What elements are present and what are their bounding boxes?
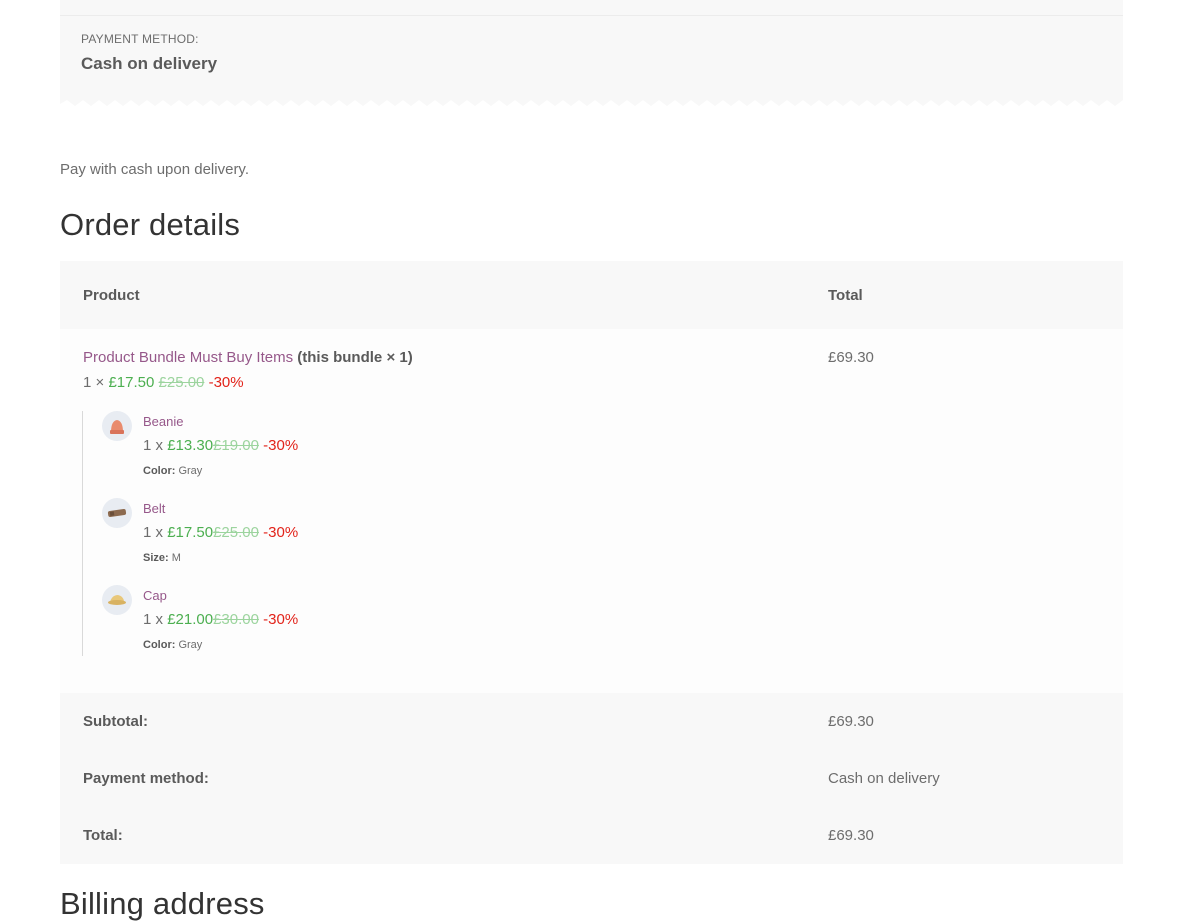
qty-prefix: 1 x	[143, 611, 164, 628]
cap-icon[interactable]	[102, 585, 132, 615]
discount-badge: -30%	[263, 611, 299, 628]
attribute-label: Color:	[143, 465, 176, 477]
regular-price: £19.00	[213, 437, 259, 454]
order-details-title: Order details	[60, 207, 241, 242]
discount-badge: -30%	[263, 524, 299, 541]
child-price-line: 1 x £21.00£30.00 -30%	[143, 611, 298, 628]
sale-price: £13.30	[167, 437, 214, 454]
row-total: £69.30	[828, 349, 874, 366]
footer-value: £69.30	[828, 713, 874, 730]
item-attribute: Size: M	[143, 552, 181, 564]
sale-price: £21.00	[167, 611, 214, 628]
sale-price: £17.50	[108, 374, 155, 391]
attribute-value: M	[171, 552, 181, 564]
child-price-line: 1 x £13.30£19.00 -30%	[143, 437, 298, 454]
bundle-title: Product Bundle Must Buy Items (this bund…	[83, 349, 413, 366]
order-received-page: PAYMENT METHOD: Cash on delivery Pay wit…	[0, 0, 1200, 921]
zigzag-edge	[60, 96, 1123, 106]
footer-value: £69.30	[828, 827, 874, 844]
payment-method-value: Cash on delivery	[81, 54, 218, 73]
regular-price: £30.00	[213, 611, 259, 628]
bundle-quantity-note: (this bundle × 1)	[297, 349, 413, 366]
sale-price: £17.50	[167, 524, 214, 541]
item-attribute: Color: Gray	[143, 639, 202, 651]
beanie-icon[interactable]	[102, 411, 132, 441]
footer-label: Subtotal:	[83, 713, 148, 730]
column-header-total: Total	[828, 287, 863, 304]
bundle-child-item: Beanie 1 x £13.30£19.00 -30% Color: Gray	[102, 411, 502, 491]
bundle-product-link[interactable]: Product Bundle Must Buy Items	[83, 349, 293, 366]
attribute-value: Gray	[178, 639, 203, 651]
discount-badge: -30%	[208, 374, 244, 391]
qty-prefix: 1 x	[143, 524, 164, 541]
footer-value: Cash on delivery	[828, 770, 940, 787]
bundle-child-item: Belt 1 x £17.50£25.00 -30% Size: M	[102, 498, 502, 578]
payment-instructions: Pay with cash upon delivery.	[60, 161, 249, 178]
child-price-line: 1 x £17.50£25.00 -30%	[143, 524, 298, 541]
belt-icon[interactable]	[102, 498, 132, 528]
footer-label: Payment method:	[83, 770, 209, 787]
child-product-link[interactable]: Beanie	[143, 414, 183, 429]
child-product-link[interactable]: Belt	[143, 501, 165, 516]
bundle-child-item: Cap 1 x £21.00£30.00 -30% Color: Gray	[102, 585, 502, 665]
divider	[60, 15, 1123, 16]
attribute-label: Size:	[143, 552, 169, 564]
payment-method-box: PAYMENT METHOD: Cash on delivery	[60, 0, 1123, 100]
attribute-value: Gray	[178, 465, 203, 477]
order-item-row: Product Bundle Must Buy Items (this bund…	[60, 329, 1123, 693]
payment-method-row: Payment method: Cash on delivery	[60, 750, 1123, 807]
regular-price: £25.00	[213, 524, 259, 541]
billing-address-title: Billing address	[60, 886, 265, 921]
qty-prefix: 1 ×	[83, 374, 105, 391]
footer-label: Total:	[83, 827, 123, 844]
item-attribute: Color: Gray	[143, 465, 202, 477]
subtotal-row: Subtotal: £69.30	[60, 693, 1123, 750]
bundle-items-border	[82, 411, 83, 656]
regular-price: £25.00	[158, 374, 205, 391]
attribute-label: Color:	[143, 639, 176, 651]
column-header-product: Product	[83, 287, 140, 304]
discount-badge: -30%	[263, 437, 299, 454]
total-row: Total: £69.30	[60, 807, 1123, 864]
order-table-footer: Subtotal: £69.30 Payment method: Cash on…	[60, 693, 1123, 864]
order-table-header: Product Total	[60, 261, 1123, 329]
qty-prefix: 1 x	[143, 437, 164, 454]
child-product-link[interactable]: Cap	[143, 588, 167, 603]
payment-method-label: PAYMENT METHOD:	[81, 32, 199, 46]
bundle-price-line: 1 × £17.50 £25.00 -30%	[83, 374, 244, 391]
